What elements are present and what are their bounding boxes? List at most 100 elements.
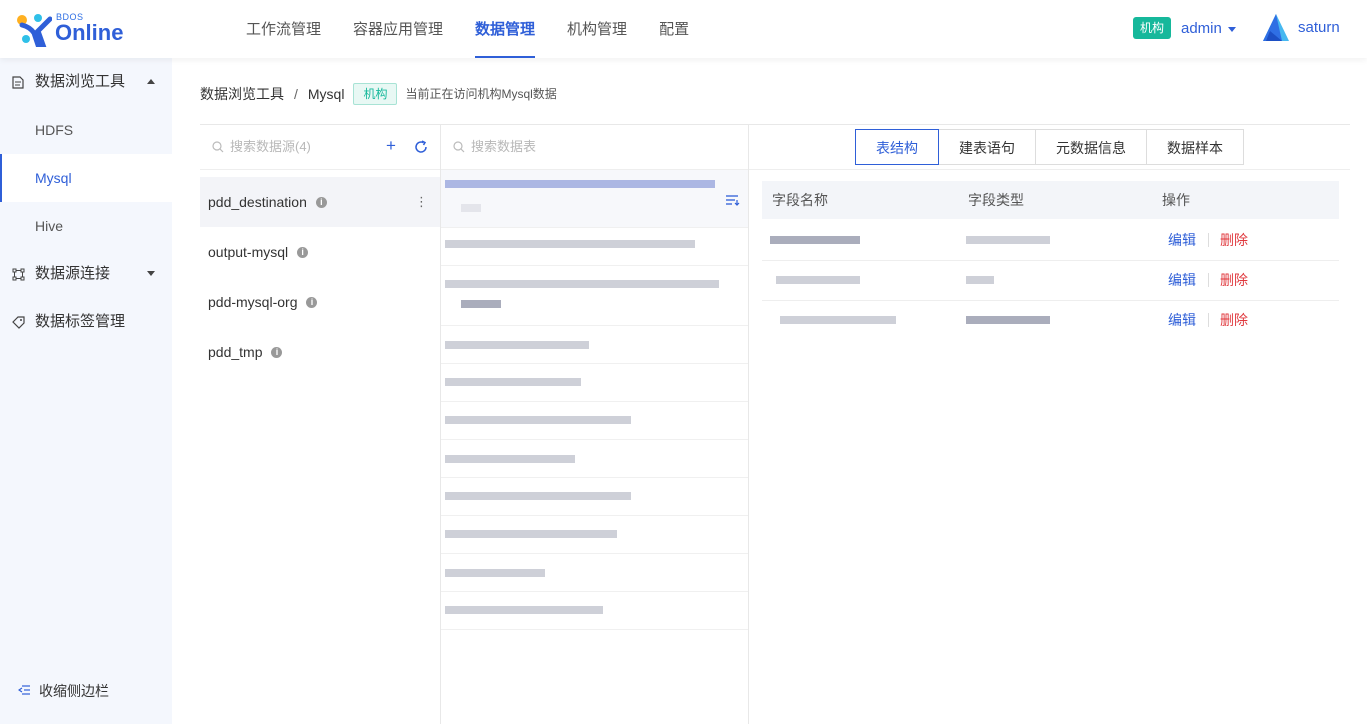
tab-schema[interactable]: 表结构 bbox=[855, 129, 939, 165]
obscured-field-name bbox=[780, 316, 896, 324]
org-tag: 机构 bbox=[353, 83, 398, 105]
nav-data-management[interactable]: 数据管理 bbox=[459, 0, 551, 58]
table-list-item[interactable] bbox=[441, 402, 748, 440]
connection-icon bbox=[12, 250, 26, 298]
collapse-icon bbox=[18, 685, 30, 695]
tabs-divider bbox=[749, 169, 1350, 170]
sidebar-item-hive[interactable]: Hive bbox=[0, 202, 172, 250]
nav-container-apps[interactable]: 容器应用管理 bbox=[337, 0, 459, 58]
table-list-item[interactable] bbox=[441, 170, 748, 228]
table-list-item[interactable] bbox=[441, 440, 748, 478]
collapse-sidebar-label: 收缩侧边栏 bbox=[39, 683, 109, 699]
search-divider bbox=[200, 169, 440, 170]
info-icon[interactable]: i bbox=[297, 246, 309, 258]
nav-org-management[interactable]: 机构管理 bbox=[551, 0, 643, 58]
obscured-field-type bbox=[966, 316, 1050, 324]
column-header-field-name: 字段名称 bbox=[772, 192, 828, 208]
datasource-item[interactable]: pdd_tmp i bbox=[200, 327, 440, 377]
detail-tabs: 表结构 建表语句 元数据信息 数据样本 bbox=[855, 129, 1244, 165]
schema-row: 编辑 删除 bbox=[762, 260, 1339, 301]
search-icon bbox=[212, 141, 224, 153]
action-separator bbox=[1208, 313, 1209, 327]
obscured-table-name bbox=[445, 280, 719, 288]
caret-up-icon bbox=[147, 79, 155, 84]
sidebar-item-hdfs[interactable]: HDFS bbox=[0, 106, 172, 154]
delete-field-button[interactable]: 删除 bbox=[1220, 260, 1248, 300]
schema-row: 编辑 删除 bbox=[762, 220, 1339, 261]
more-options-icon[interactable]: ⋮ bbox=[415, 177, 428, 227]
sidebar-group-label: 数据源连接 bbox=[35, 265, 111, 282]
brand-name: Online bbox=[55, 20, 124, 45]
brand-mark-icon bbox=[17, 14, 52, 47]
refresh-icon[interactable] bbox=[414, 140, 428, 154]
tab-metadata[interactable]: 元数据信息 bbox=[1035, 129, 1147, 165]
edit-field-button[interactable]: 编辑 bbox=[1168, 260, 1196, 300]
column-header-action: 操作 bbox=[1162, 192, 1190, 208]
table-list-panel: 搜索数据表 bbox=[441, 125, 748, 724]
tab-data-sample[interactable]: 数据样本 bbox=[1146, 129, 1244, 165]
sidebar-group-datasource-connection[interactable]: 数据源连接 bbox=[0, 250, 172, 298]
brand-logo[interactable]: BDOS Online bbox=[16, 11, 126, 47]
obscured-table-name bbox=[445, 378, 581, 386]
sidebar-group-data-tags[interactable]: 数据标签管理 bbox=[0, 298, 172, 346]
schema-table-header: 字段名称 字段类型 操作 bbox=[762, 181, 1339, 219]
tag-icon bbox=[12, 298, 26, 346]
sidebar-item-mysql[interactable]: Mysql bbox=[0, 154, 172, 202]
table-list-item[interactable] bbox=[441, 326, 748, 364]
breadcrumb-root[interactable]: 数据浏览工具 bbox=[200, 82, 284, 106]
action-separator bbox=[1208, 273, 1209, 287]
caret-down-icon bbox=[147, 271, 155, 276]
obscured-table-name bbox=[445, 180, 715, 188]
obscured-field-type bbox=[966, 236, 1050, 244]
breadcrumb-current: Mysql bbox=[307, 86, 345, 102]
obscured-table-name bbox=[445, 492, 631, 500]
obscured-field-name bbox=[770, 236, 860, 244]
sidebar: 数据浏览工具 HDFS Mysql Hive 数据源连接 数据标签管理 收缩侧边… bbox=[0, 58, 172, 724]
info-icon[interactable]: i bbox=[306, 296, 318, 308]
schema-row: 编辑 删除 bbox=[762, 300, 1339, 340]
datasource-item[interactable]: output-mysql i bbox=[200, 227, 440, 277]
edit-field-button[interactable]: 编辑 bbox=[1168, 220, 1196, 260]
top-bar: BDOS Online 工作流管理 容器应用管理 数据管理 机构管理 配置 机构… bbox=[0, 0, 1367, 58]
nav-workflow[interactable]: 工作流管理 bbox=[230, 0, 337, 58]
sidebar-group-data-browser[interactable]: 数据浏览工具 bbox=[0, 58, 172, 106]
info-icon[interactable]: i bbox=[271, 346, 283, 358]
edit-field-button[interactable]: 编辑 bbox=[1168, 300, 1196, 340]
tab-create-statement[interactable]: 建表语句 bbox=[938, 129, 1036, 165]
org-badge: 机构 bbox=[1133, 17, 1172, 39]
obscured-table-name bbox=[445, 569, 545, 577]
nav-config[interactable]: 配置 bbox=[643, 0, 705, 58]
info-icon[interactable]: i bbox=[315, 196, 327, 208]
datasource-name: pdd_tmp bbox=[208, 344, 263, 360]
datasource-name: pdd-mysql-org bbox=[208, 294, 298, 310]
search-icon bbox=[453, 141, 465, 153]
obscured-table-name bbox=[445, 530, 617, 538]
collapse-sidebar-button[interactable]: 收缩侧边栏 bbox=[18, 676, 109, 706]
table-list-item[interactable] bbox=[441, 554, 748, 592]
table-list-item[interactable] bbox=[441, 592, 748, 630]
sort-list-icon[interactable] bbox=[726, 194, 740, 206]
workspace-logo-icon bbox=[1263, 14, 1289, 41]
obscured-table-name bbox=[445, 341, 589, 349]
table-list-item[interactable] bbox=[441, 478, 748, 516]
datasource-name: pdd_destination bbox=[208, 194, 307, 210]
document-icon bbox=[12, 58, 26, 106]
table-list-item[interactable] bbox=[441, 266, 748, 326]
breadcrumb-separator: / bbox=[294, 86, 298, 102]
table-search-input[interactable]: 搜索数据表 bbox=[441, 125, 748, 169]
workspace-name[interactable]: saturn bbox=[1298, 19, 1340, 36]
datasource-item[interactable]: pdd-mysql-org i bbox=[200, 277, 440, 327]
column-header-field-type: 字段类型 bbox=[968, 192, 1024, 208]
delete-field-button[interactable]: 删除 bbox=[1220, 220, 1248, 260]
chevron-down-icon[interactable] bbox=[1228, 27, 1236, 32]
add-datasource-button[interactable]: + bbox=[383, 136, 399, 156]
table-list-item[interactable] bbox=[441, 364, 748, 402]
table-list-item[interactable] bbox=[441, 516, 748, 554]
datasource-item[interactable]: pdd_destination i ⋮ bbox=[200, 177, 440, 227]
table-list-item[interactable] bbox=[441, 228, 748, 266]
delete-field-button[interactable]: 删除 bbox=[1220, 300, 1248, 340]
datasource-search-input[interactable]: 搜索数据源(4) bbox=[200, 125, 375, 169]
obscured-field-name bbox=[776, 276, 860, 284]
action-separator bbox=[1208, 233, 1209, 247]
user-menu[interactable]: admin bbox=[1181, 20, 1222, 37]
